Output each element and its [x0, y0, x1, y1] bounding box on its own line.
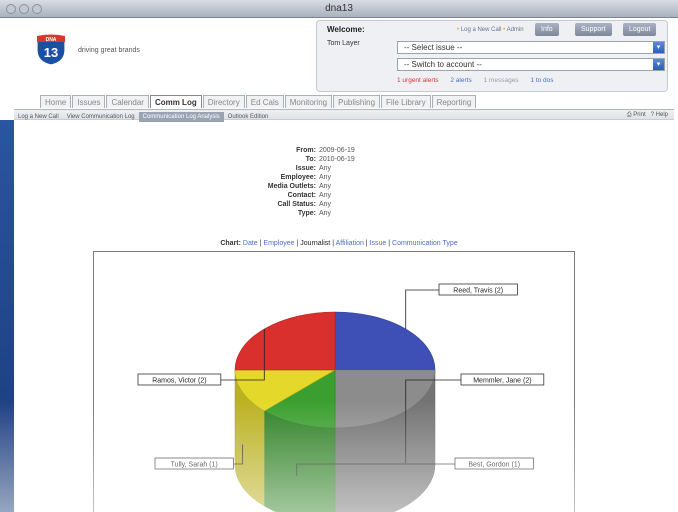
- alerts-bar: 1 urgent alerts 2 alerts 1 messages 1 to…: [397, 77, 564, 84]
- window-title: dna13: [325, 3, 353, 14]
- page-header: DNA 13 driving great brands Welcome: Tom…: [0, 18, 678, 94]
- print-link[interactable]: Print: [633, 112, 645, 118]
- filter-row: Issue: Any: [200, 164, 460, 173]
- leader-line: [405, 289, 439, 329]
- messages-link[interactable]: 1 messages: [484, 77, 519, 84]
- issue-select[interactable]: -- Select issue -- ▾: [397, 41, 665, 54]
- tab-reporting[interactable]: Reporting: [431, 95, 477, 108]
- pie-slice-0: [334, 311, 436, 371]
- tab-file-library[interactable]: File Library: [381, 95, 431, 108]
- slice-label: Memmler, Jane (2): [473, 378, 531, 385]
- tab-directory[interactable]: Directory: [202, 95, 245, 108]
- sub-navigation: Log a New Call View Communication Log Comm…: [14, 109, 674, 122]
- page-tools: ⎙ Print ? Help: [627, 110, 668, 120]
- title-bar: dna13: [0, 0, 678, 18]
- filter-label: To:: [305, 156, 316, 163]
- filter-value: 2010-06-19: [319, 156, 355, 163]
- filter-label: Type:: [297, 210, 316, 217]
- filter-value: Any: [319, 210, 332, 217]
- info-button[interactable]: Info: [535, 23, 559, 36]
- pie-slice-4: [234, 311, 336, 371]
- filter-value: Any: [319, 183, 332, 190]
- chart-option-date[interactable]: Date: [243, 240, 258, 247]
- chart-option-affiliation[interactable]: Affiliation: [336, 240, 364, 247]
- logout-button[interactable]: Logout: [623, 23, 657, 36]
- chart-option-journalist: Journalist: [300, 240, 331, 247]
- filter-row: Call Status: Any: [200, 200, 460, 209]
- tab-home[interactable]: Home: [40, 95, 72, 108]
- filter-row: Media Outlets: Any: [200, 182, 460, 191]
- support-button[interactable]: Support: [575, 23, 612, 36]
- filter-value: 2009-06-19: [319, 147, 355, 154]
- filter-value: Any: [319, 174, 332, 181]
- filter-row: To: 2010-06-19: [200, 155, 460, 164]
- subnav-item-communication-log-analysis[interactable]: Communication Log Analysis: [138, 112, 224, 122]
- admin-link[interactable]: Admin: [507, 27, 524, 33]
- chart-option-communication-type[interactable]: Communication Type: [392, 240, 458, 247]
- filter-row: Employee: Any: [200, 173, 460, 182]
- filter-label: Call Status:: [277, 201, 316, 208]
- bullet-icon: •: [457, 27, 460, 33]
- filter-row: Type: Any: [200, 209, 460, 218]
- welcome-label: Welcome:: [327, 25, 365, 34]
- tab-comm-log[interactable]: Comm Log: [149, 95, 202, 108]
- desktop-background: [0, 120, 14, 512]
- filter-value: Any: [319, 192, 332, 199]
- filter-value: Any: [319, 165, 332, 172]
- printer-icon[interactable]: ⎙: [627, 112, 632, 118]
- tagline: driving great brands: [78, 47, 140, 54]
- interstate-13-logo[interactable]: DNA 13: [34, 32, 68, 66]
- quick-links: • Log a New Call • Admin: [457, 27, 524, 33]
- issue-select-value: -- Select issue --: [404, 43, 463, 52]
- chevron-down-icon: ▾: [653, 59, 664, 70]
- slice-label: Reed, Travis (2): [453, 288, 503, 295]
- chart-frame: Reed, Travis (2) Memmler, Jane (2) Best, G…: [93, 251, 575, 512]
- pie-chart: Reed, Travis (2) Memmler, Jane (2) Best, G…: [137, 283, 545, 512]
- logo-text: DNA: [46, 37, 57, 43]
- slice-label: Tully, Sarah (1): [171, 462, 218, 469]
- filter-row: From: 2009-06-19: [200, 146, 460, 155]
- chart-option-employee[interactable]: Employee: [263, 240, 294, 247]
- tab-monitoring[interactable]: Monitoring: [284, 95, 333, 108]
- main-tabs: Home Issues Calendar Comm Log Directory Ed Ca…: [40, 95, 477, 109]
- filter-label: Contact:: [287, 192, 316, 199]
- filter-label: Employee:: [280, 174, 316, 181]
- account-select-value: -- Switch to account --: [404, 60, 482, 69]
- chart-nav-label: Chart:: [220, 240, 243, 247]
- user-name: Tom Layer: [327, 40, 360, 47]
- filter-value: Any: [319, 201, 332, 208]
- alerts-link[interactable]: 2 alerts: [450, 77, 471, 84]
- user-panel: Welcome: Tom Layer • Log a New Call • Ad…: [316, 20, 668, 92]
- filter-label: Media Outlets:: [267, 183, 316, 190]
- chart-type-nav: Chart: Date | Employee | Journalist | Af…: [0, 240, 678, 247]
- tab-ed-cals[interactable]: Ed Cals: [245, 95, 284, 108]
- account-select[interactable]: -- Switch to account -- ▾: [397, 58, 665, 71]
- filter-row: Contact: Any: [200, 191, 460, 200]
- log-new-call-link[interactable]: Log a New Call: [461, 27, 502, 33]
- todos-link[interactable]: 1 to dos: [530, 77, 553, 84]
- subnav-item-log-a-new-call[interactable]: Log a New Call: [14, 112, 63, 122]
- slice-label: Ramos, Victor (2): [152, 378, 206, 385]
- slice-label: Best, Gordon (1): [468, 462, 520, 469]
- help-link[interactable]: Help: [656, 112, 668, 118]
- chevron-down-icon: ▾: [653, 42, 664, 53]
- help-icon[interactable]: ?: [651, 112, 654, 118]
- chart-option-issue[interactable]: Issue: [370, 240, 387, 247]
- logo-number: 13: [44, 45, 58, 60]
- filter-label: From:: [296, 147, 316, 154]
- tab-issues[interactable]: Issues: [72, 95, 106, 108]
- tab-calendar[interactable]: Calendar: [106, 95, 149, 108]
- app-window: dna13 DNA 13 driving great brands Welcom…: [0, 0, 678, 512]
- urgent-alerts-link[interactable]: 1 urgent alerts: [397, 77, 439, 84]
- subnav-item-view-communication-log[interactable]: View Communication Log: [63, 112, 139, 122]
- bullet-icon: •: [503, 27, 506, 33]
- report-filters: From: 2009-06-19 To: 2010-06-19 Issue: Any Emp…: [200, 146, 460, 218]
- subnav-item-outlook-edition[interactable]: Outlook Edition: [224, 112, 273, 122]
- filter-label: Issue:: [295, 165, 316, 172]
- tab-publishing[interactable]: Publishing: [333, 95, 381, 108]
